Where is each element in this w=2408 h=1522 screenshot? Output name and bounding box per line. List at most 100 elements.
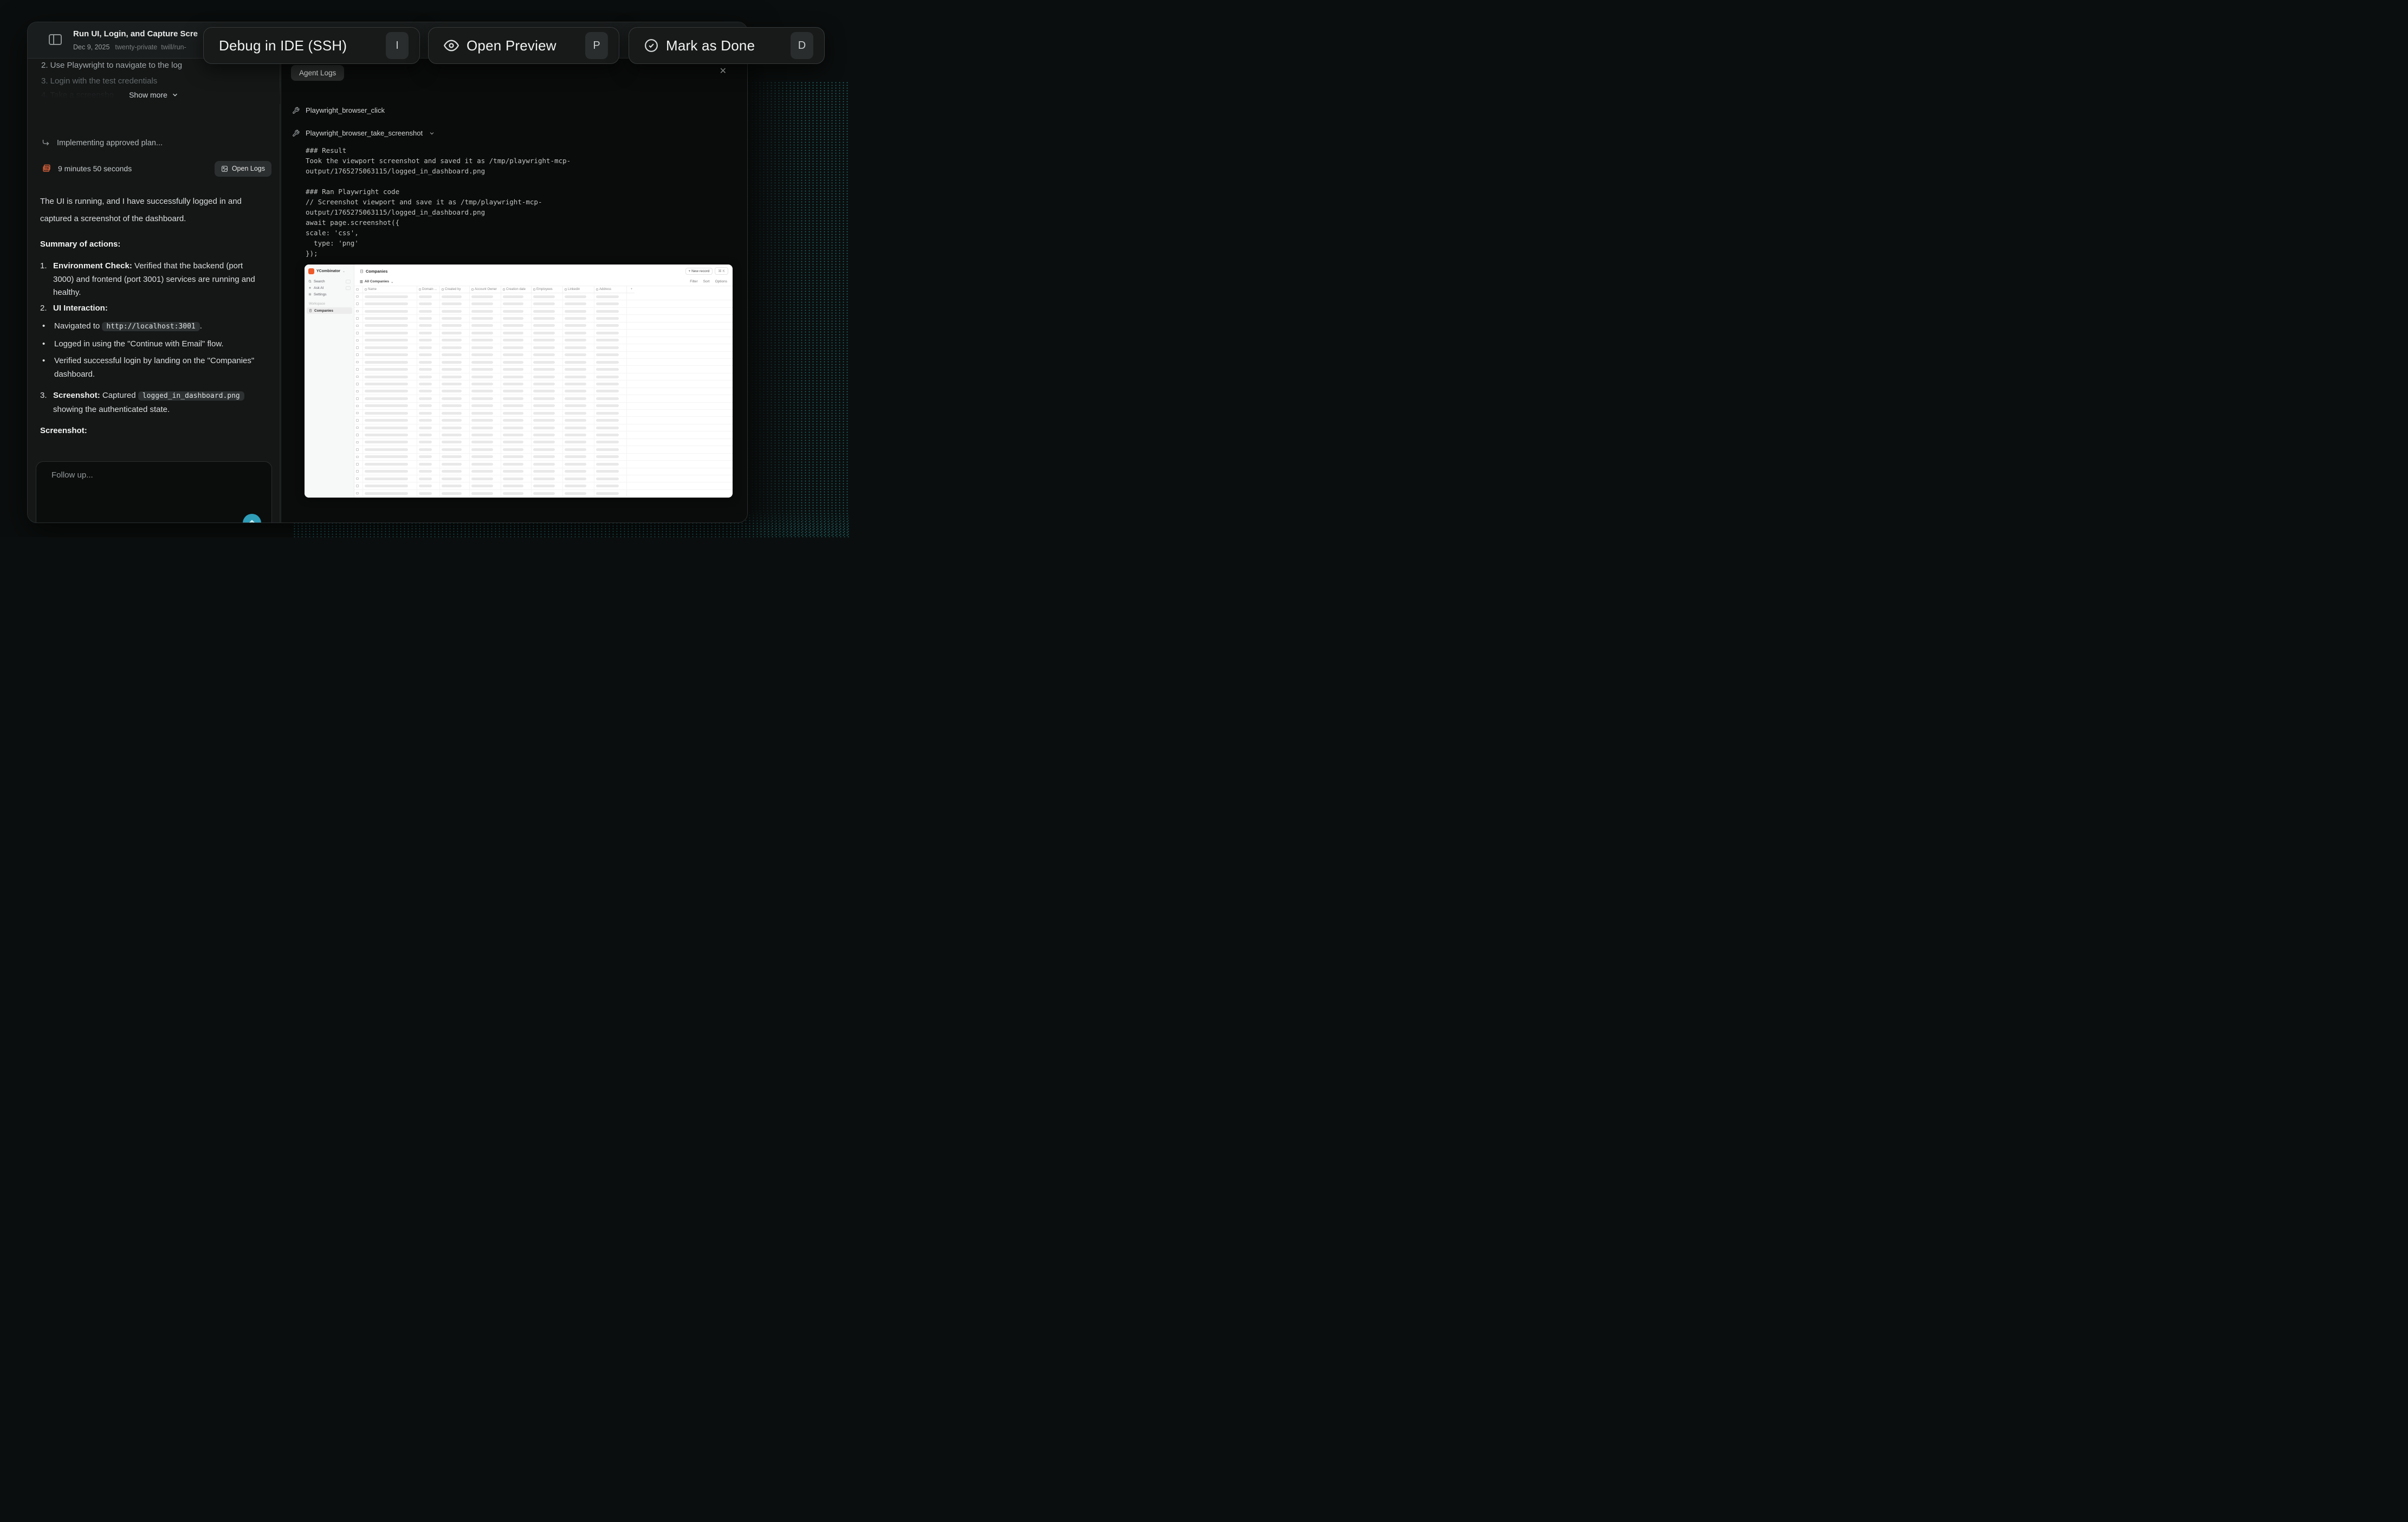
- sidebar-toggle-icon[interactable]: [48, 33, 63, 47]
- crm-skeleton-row: [354, 461, 733, 468]
- item1-title: Environment Check:: [53, 261, 132, 270]
- chevron-down-icon: [429, 130, 435, 137]
- crm-table-rows: [354, 293, 733, 498]
- crm-header-checkbox: [354, 286, 363, 293]
- show-more-label: Show more: [129, 91, 167, 99]
- arrow-up-icon: [248, 519, 256, 523]
- bullet-verified: • Verified successful login by landing o…: [42, 354, 260, 381]
- crm-nav-settings: Settings: [308, 292, 351, 297]
- plan-step: 3. Login with the test credentials: [41, 76, 263, 86]
- crm-section-label: Workspace: [309, 302, 325, 306]
- branch-arrow-icon: [41, 138, 50, 147]
- crm-skeleton-row: [354, 454, 733, 461]
- crm-table-header: NameDomain ...Created byAccount OwnerCre…: [354, 286, 635, 293]
- crm-sidebar: YCombinator ⌄ Search Ask AI: [305, 265, 354, 498]
- duration-row: 9 minutes 50 seconds Open Logs: [42, 160, 271, 177]
- crm-skeleton-row: [354, 315, 733, 322]
- crm-filter: Filter: [690, 280, 697, 283]
- bullet-navigated: • Navigated to http://localhost:3001.: [42, 320, 260, 334]
- crm-skeleton-row: [354, 439, 733, 446]
- crm-skeleton-row: [354, 388, 733, 395]
- agent-message: The UI is running, and I have successful…: [40, 193, 260, 435]
- open-preview-button[interactable]: Open Preview P: [428, 27, 619, 64]
- followup-composer: [36, 461, 272, 523]
- crm-skeleton-row: [354, 344, 733, 351]
- building-icon: [309, 309, 312, 312]
- crm-column-header: Address: [594, 286, 627, 293]
- duration-text: 9 minutes 50 seconds: [58, 164, 132, 173]
- summary-item-1: 1. Environment Check: Verified that the …: [40, 260, 260, 300]
- crm-column-header: Created by: [440, 286, 470, 293]
- crm-skeleton-row: [354, 359, 733, 366]
- task-panel: 2. Use Playwright to navigate to the log…: [28, 59, 280, 523]
- gear-icon: [308, 293, 312, 296]
- teal-dot-pattern-right: [747, 81, 850, 537]
- summary-item-2: 2. UI Interaction: • Navigated to http:/…: [40, 302, 260, 388]
- crm-skeleton-row: [354, 337, 733, 344]
- key-badge-p: P: [585, 32, 608, 59]
- log-entry-screenshot[interactable]: Playwright_browser_take_screenshot: [292, 129, 435, 137]
- crm-skeleton-row: [354, 293, 733, 300]
- debug-in-ide-button[interactable]: Debug in IDE (SSH) I: [203, 27, 420, 64]
- crm-nav-search: Search: [308, 279, 351, 284]
- message-intro: The UI is running, and I have successful…: [40, 193, 260, 228]
- agent-logs-tab[interactable]: Agent Logs: [291, 65, 344, 81]
- open-logs-label: Open Logs: [232, 165, 265, 172]
- desktop-background: Run UI, Login, and Capture Scre Dec 9, 2…: [0, 0, 850, 537]
- embedded-screenshot[interactable]: YCombinator ⌄ Search Ask AI: [305, 265, 733, 498]
- inline-code-url: http://localhost:3001: [102, 322, 199, 331]
- crm-column-header: Employees: [532, 286, 563, 293]
- summary-item-3: 3. Screenshot: Captured logged_in_dashbo…: [40, 389, 260, 416]
- crm-nav-ask-ai: Ask AI: [308, 285, 351, 291]
- open-logs-button[interactable]: Open Logs: [215, 161, 271, 177]
- mark-as-done-button[interactable]: Mark as Done D: [629, 27, 825, 64]
- crm-nav-companies: Companies: [307, 307, 352, 314]
- crm-shortcut-chip: ⌘ K: [715, 267, 728, 275]
- crm-skeleton-row: [354, 431, 733, 438]
- crm-options: Options: [715, 280, 727, 283]
- building-icon: [360, 269, 364, 273]
- crm-sort: Sort: [703, 280, 710, 283]
- task-branch: twill/run-: [161, 43, 186, 51]
- crm-skeleton-row: [354, 373, 733, 380]
- inline-code-filename: logged_in_dashboard.png: [138, 391, 244, 401]
- key-badge-i: I: [386, 32, 409, 59]
- bullet-logged-in: • Logged in using the "Continue with Ema…: [42, 338, 260, 351]
- crm-add-column: +: [627, 286, 635, 293]
- crm-skeleton-row: [354, 468, 733, 475]
- crm-column-header: Account Owner: [470, 286, 501, 293]
- crm-topbar: Companies + New record ⌘ K: [354, 265, 733, 278]
- log-stack-icon: [42, 164, 51, 173]
- crm-column-header: Domain ...: [417, 286, 440, 293]
- crm-new-record-button: + New record: [685, 268, 713, 275]
- crm-main: Companies + New record ⌘ K ☰ All Compani…: [354, 265, 733, 498]
- crm-skeleton-row: [354, 446, 733, 453]
- eye-icon: [444, 38, 459, 53]
- crm-view-selector: ☰ All Companies ⌄: [360, 280, 393, 284]
- wrench-icon: [292, 130, 300, 137]
- crm-skeleton-row: [354, 308, 733, 315]
- key-badge-d: D: [791, 32, 813, 59]
- close-icon[interactable]: ✕: [720, 66, 727, 76]
- item2-title: UI Interaction:: [53, 304, 108, 313]
- kbd-hint: [346, 286, 351, 290]
- crm-viewbar: ☰ All Companies ⌄ Filter Sort Options: [354, 278, 733, 286]
- sparkle-icon: [308, 286, 312, 289]
- crm-skeleton-row: [354, 323, 733, 330]
- chevron-down-icon: [171, 91, 179, 99]
- crm-page-title: Companies: [360, 269, 387, 274]
- wrench-icon: [292, 107, 300, 114]
- followup-input[interactable]: [51, 470, 252, 523]
- log-entry-click[interactable]: Playwright_browser_click: [292, 106, 385, 114]
- crm-skeleton-row: [354, 410, 733, 417]
- crm-workspace-switcher: YCombinator ⌄: [308, 268, 345, 274]
- kbd-hint: [346, 280, 351, 283]
- agent-logs-panel: Agent Logs ✕ Playwright_browser_click Pl…: [281, 59, 747, 523]
- task-date: Dec 9, 2025: [73, 43, 109, 51]
- crm-skeleton-row: [354, 417, 733, 424]
- crm-skeleton-row: [354, 300, 733, 307]
- crm-skeleton-row: [354, 475, 733, 482]
- crm-column-header: Name: [363, 286, 417, 293]
- crm-skeleton-row: [354, 330, 733, 337]
- show-more-button[interactable]: Show more: [28, 86, 280, 104]
